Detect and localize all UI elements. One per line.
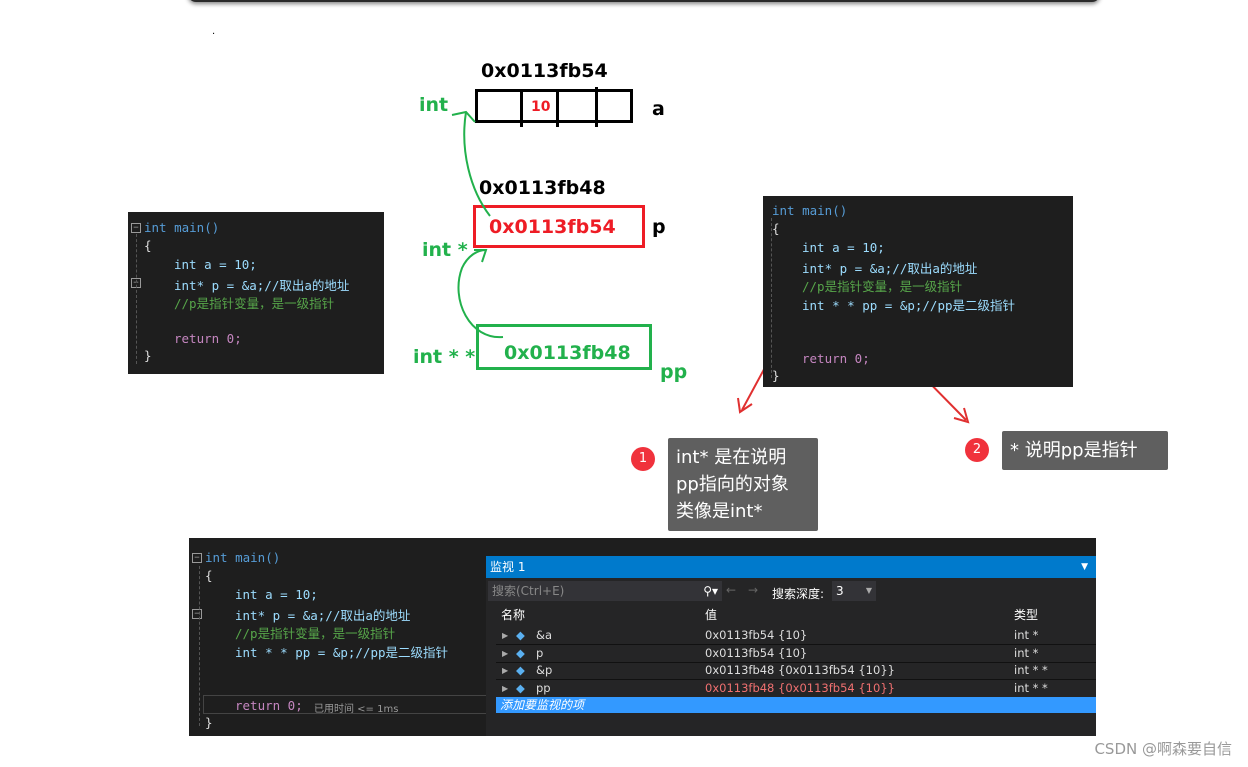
- search-depth-select[interactable]: 3 ▼: [832, 581, 876, 601]
- watch-search-input[interactable]: 搜索(Ctrl+E) ⚲▾: [488, 581, 722, 601]
- watch-row[interactable]: ▶ ◆ &a 0x0113fb54 {10} int *: [496, 627, 1096, 645]
- code-snippet-right: int main() { int a = 10; int* p = &a;//取…: [763, 196, 1073, 387]
- watch-row[interactable]: ▶ ◆ p 0x0113fb54 {10} int *: [496, 645, 1096, 663]
- variable-icon: ◆: [516, 663, 525, 677]
- column-name: 名称: [501, 608, 526, 622]
- elapsed-time: 已用时间 <= 1ms: [314, 704, 399, 715]
- variable-icon: ◆: [516, 628, 525, 642]
- watermark: CSDN @啊森要自信: [1094, 740, 1232, 758]
- expand-icon[interactable]: ▶: [502, 662, 508, 679]
- forward-arrow-icon[interactable]: →: [748, 583, 758, 597]
- column-value: 值: [705, 608, 718, 622]
- annotation-tip-1: int* 是在说明 pp指向的对象 类像是int*: [668, 438, 818, 531]
- arrow-p-to-a: [451, 110, 491, 217]
- variable-icon: ◆: [516, 645, 525, 660]
- watch-row[interactable]: ▶ ◆ pp 0x0113fb48 {0x0113fb54 {10}} int * *: [496, 680, 1096, 698]
- arrow-pp-to-p: [457, 249, 504, 339]
- expand-icon[interactable]: ▶: [502, 645, 508, 662]
- watch-window: 监视 1 ▼ 搜索(Ctrl+E) ⚲▾ ← → 搜索深度: 3 ▼ 名称 值 类…: [486, 556, 1096, 736]
- code-snippet-left: − − int main() { int a = 10; int* p = &a;…: [128, 212, 384, 374]
- annotation-tip-2: * 说明pp是指针: [1002, 431, 1168, 470]
- annotation-badge-1: 1: [631, 447, 655, 471]
- watch-title-bar: 监视 1 ▼: [486, 556, 1096, 578]
- search-icon: ⚲▾: [703, 584, 718, 598]
- search-depth-label: 搜索深度:: [772, 587, 825, 601]
- expand-icon[interactable]: ▶: [502, 680, 508, 697]
- dropdown-icon[interactable]: ▼: [1081, 556, 1088, 578]
- variable-icon: ◆: [516, 680, 525, 695]
- column-type: 类型: [1014, 608, 1039, 622]
- add-watch-item[interactable]: 添加要监视的项: [496, 697, 1096, 713]
- back-arrow-icon[interactable]: ←: [726, 583, 736, 597]
- annotation-badge-2: 2: [965, 438, 989, 462]
- watch-title: 监视 1: [490, 560, 526, 574]
- watch-header: 名称 值 类型: [496, 606, 1096, 624]
- watch-row[interactable]: ▶ ◆ &p 0x0113fb48 {0x0113fb54 {10}} int * *: [496, 662, 1096, 680]
- expand-icon[interactable]: ▶: [502, 627, 508, 644]
